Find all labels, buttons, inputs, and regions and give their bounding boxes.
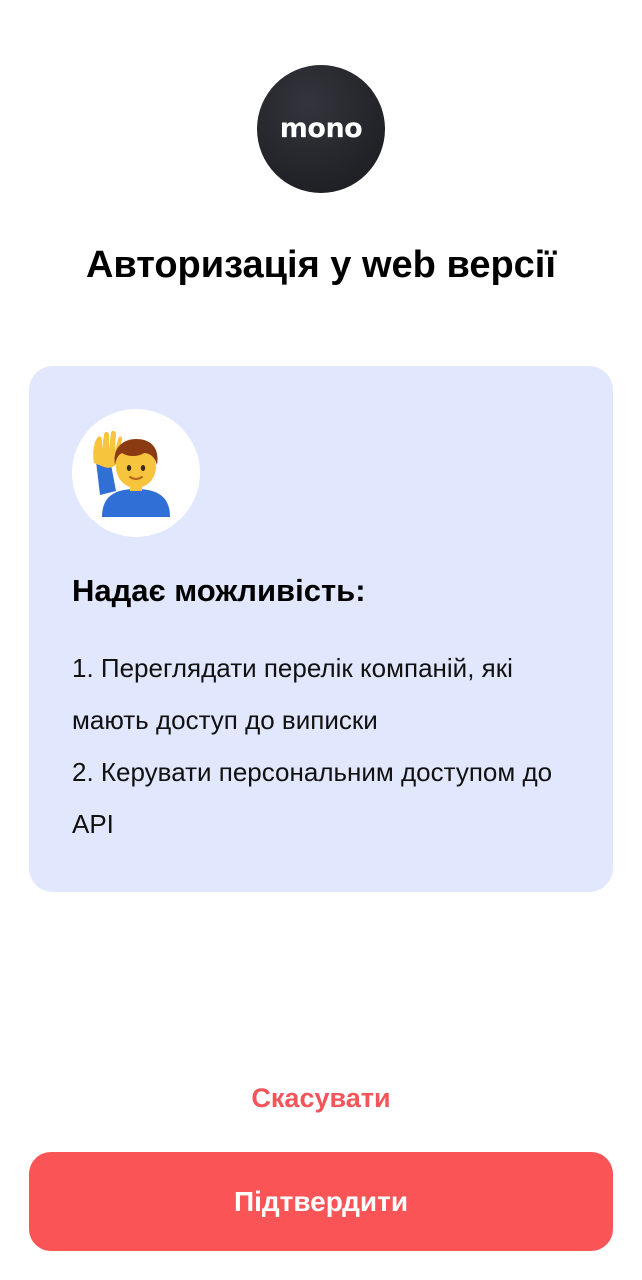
- confirm-button-label: Підтвердити: [233, 1185, 409, 1217]
- card-heading: Надає можливість:: [72, 573, 366, 608]
- confirm-button[interactable]: Підтвердити: [29, 1152, 613, 1251]
- mono-logo: mono: [257, 65, 385, 193]
- list-item: 1. Переглядати перелік компаній, які маю…: [72, 653, 513, 735]
- permissions-card: Надає можливість: 1. Переглядати перелік…: [29, 366, 613, 892]
- list-item: 2. Керувати персональним доступом до API: [72, 757, 553, 839]
- page-title: Авторизація у web версії: [85, 244, 557, 286]
- person-raising-hand-icon: [72, 409, 200, 537]
- permissions-list: 1. Переглядати перелік компаній, які маю…: [72, 642, 592, 850]
- cancel-button[interactable]: Скасувати: [0, 1083, 642, 1114]
- auth-screen: mono Авторизація у web версії Надає можл…: [0, 0, 642, 1280]
- person-raising-hand-emoji: [93, 431, 170, 517]
- logo-text: mono: [279, 112, 363, 144]
